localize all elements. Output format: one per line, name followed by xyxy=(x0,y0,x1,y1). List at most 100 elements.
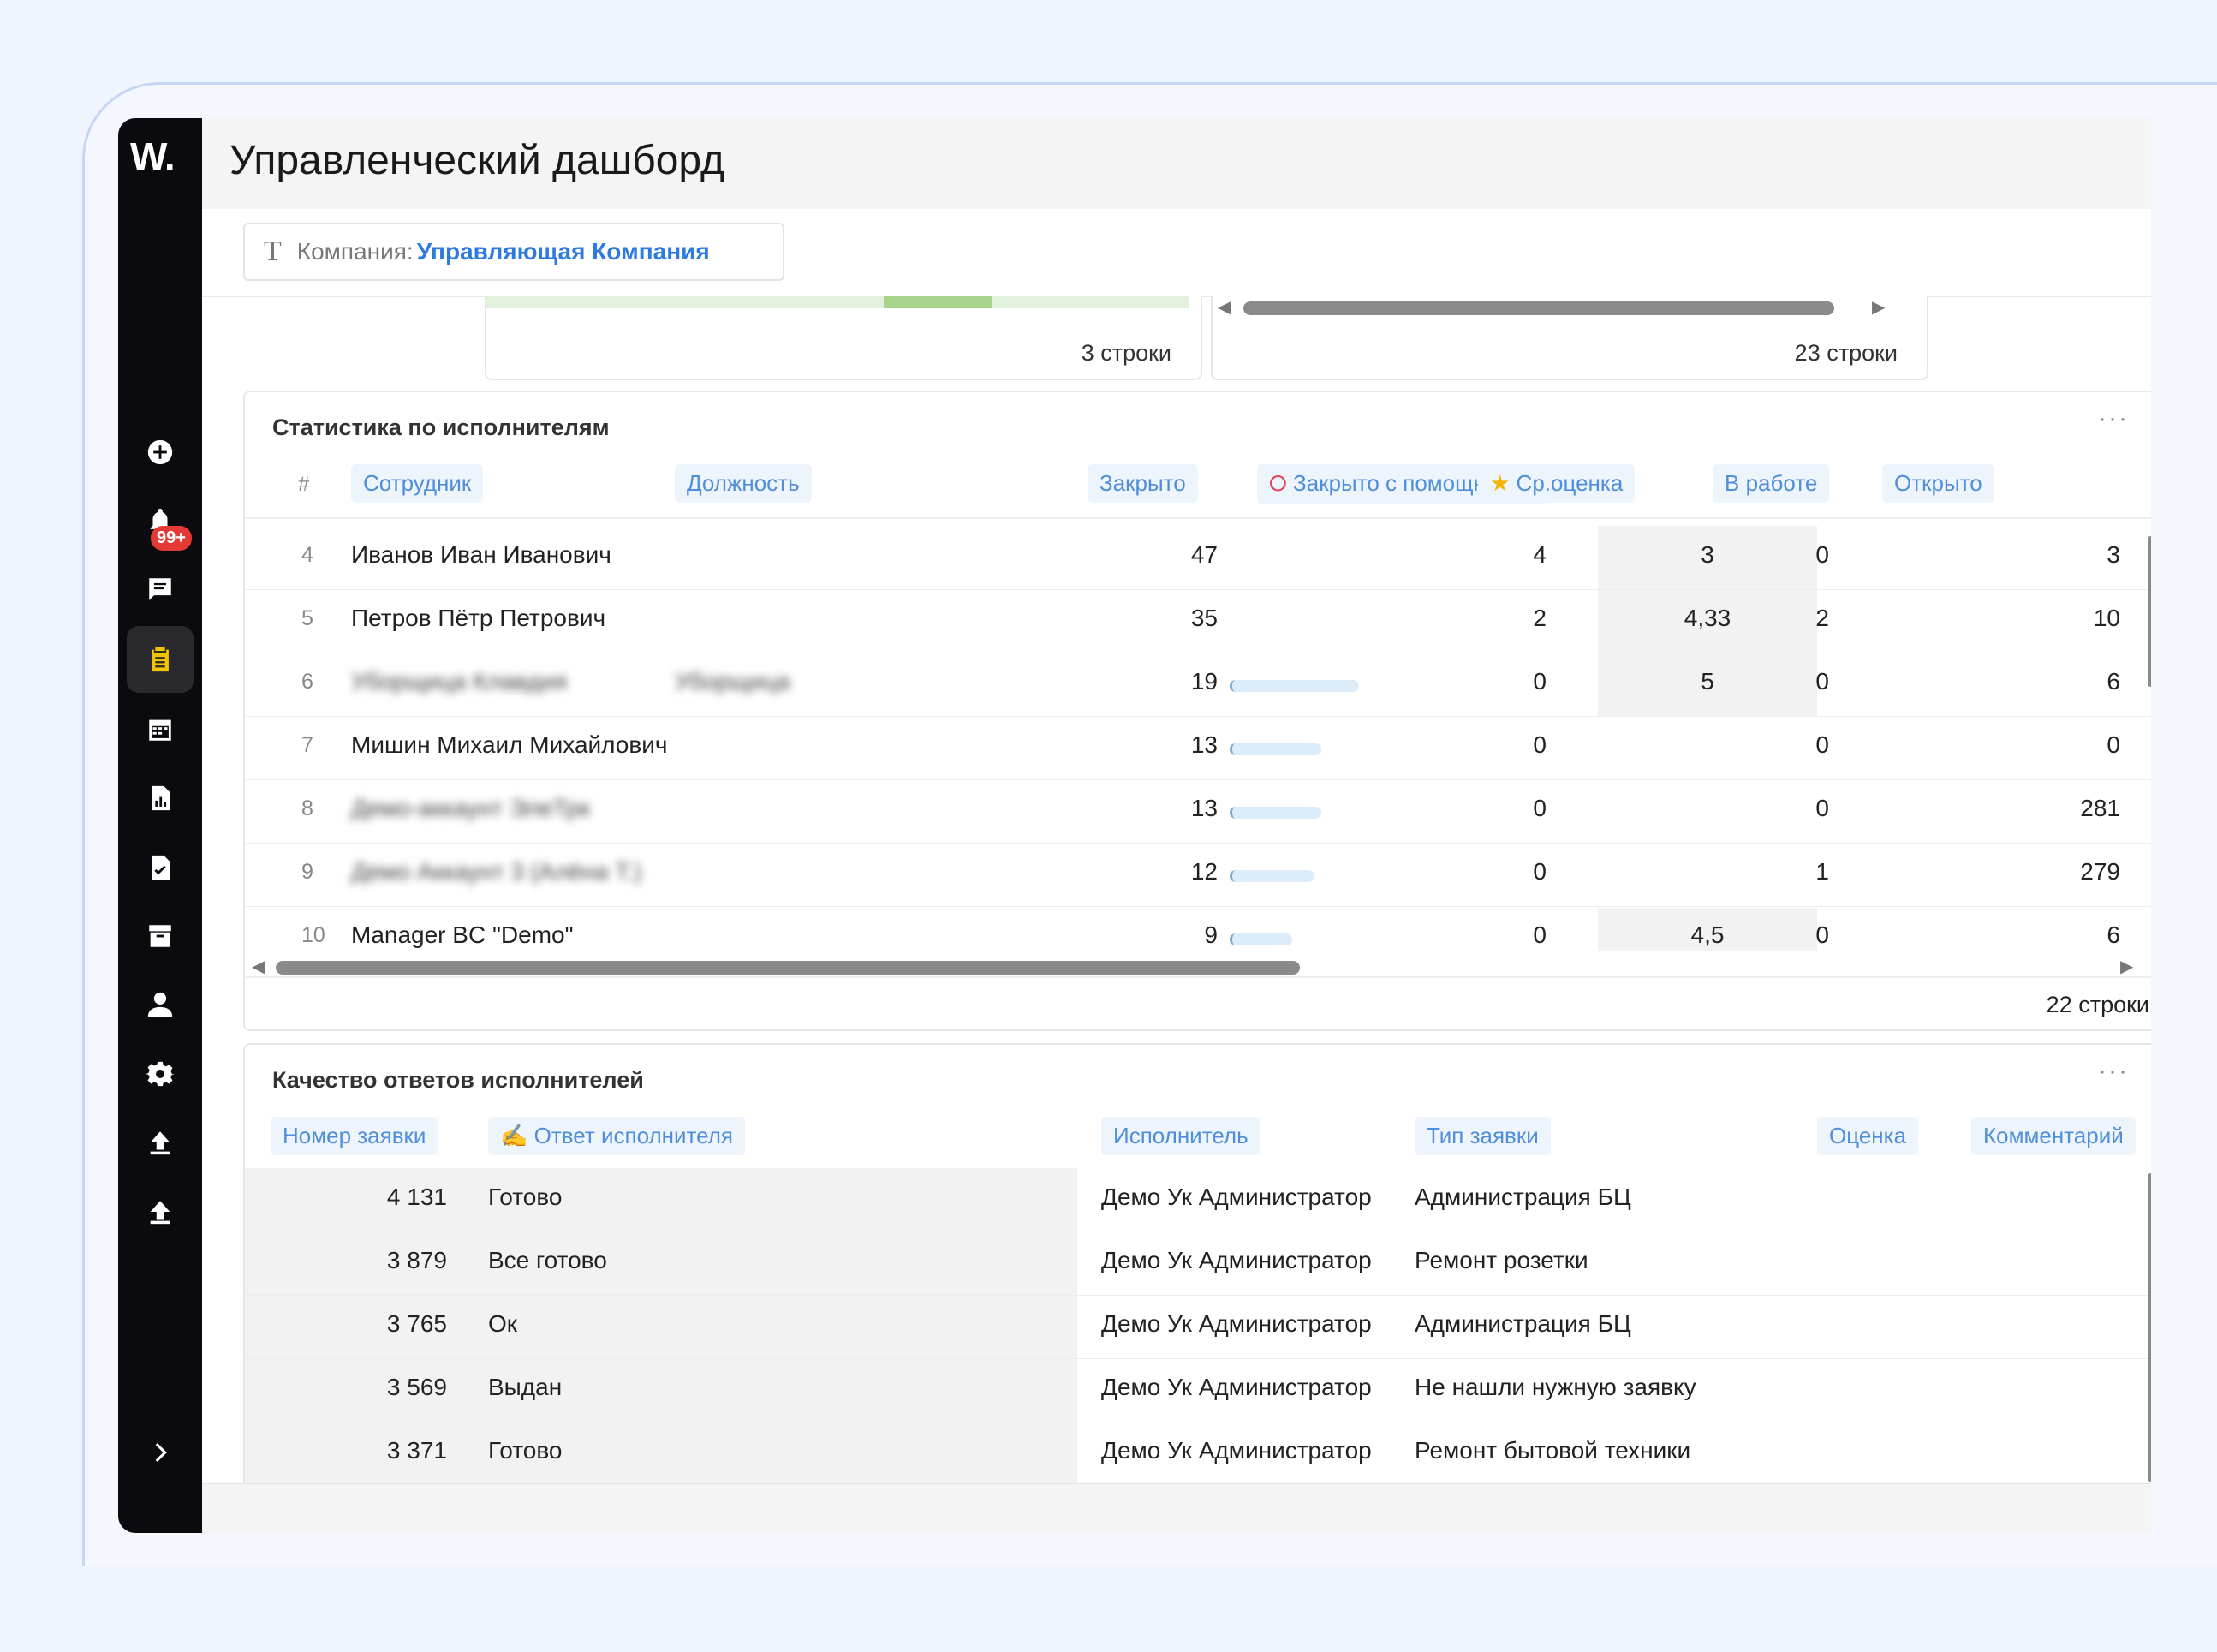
row-count: 3 строки xyxy=(1081,340,1171,366)
in-work-count: 0 xyxy=(1815,668,1829,695)
open-count: 6 xyxy=(2107,668,2120,695)
page-header: Управленческий дашборд xyxy=(202,118,2151,210)
closed-progress-bar xyxy=(1230,680,1359,692)
lifebuoy-icon: ⭘ xyxy=(1269,470,1287,496)
ticket-type: Администрация БЦ xyxy=(1415,1184,1631,1210)
answer-quality-widget: Качество ответов исполнителей ··· Номер … xyxy=(243,1043,2151,1533)
header-divider xyxy=(245,517,2151,519)
closed-with-helper-count: 0 xyxy=(1533,668,1547,695)
column-header-performer[interactable]: Исполнитель xyxy=(1101,1117,1260,1155)
closed-progress-bar xyxy=(1230,743,1321,755)
table-row[interactable]: 7 Мишин Михаил Михайлович 13 0 0 0 xyxy=(245,716,2151,780)
upload-icon[interactable] xyxy=(143,1125,177,1160)
scroll-left-arrow-icon[interactable]: ◀ xyxy=(1218,296,1231,318)
employee-name: Мишин Михаил Михайлович xyxy=(351,731,668,758)
ticket-number: 3 569 xyxy=(386,1374,447,1400)
vertical-scrollbar[interactable] xyxy=(2148,536,2151,687)
performer-answer: Готово xyxy=(488,1437,563,1464)
performer-name: Демо Ук Администратор xyxy=(1101,1184,1372,1210)
table-row[interactable]: 4 131 Готово Демо Ук Администратор Админист… xyxy=(245,1168,2151,1232)
employee-name: Уборщица Клавдия xyxy=(351,668,568,695)
table-row[interactable]: 3 371 Готово Демо Ук Администратор Ремонт б… xyxy=(245,1422,2151,1486)
avg-rating: 5 xyxy=(1701,668,1714,695)
performers-table-body: 4 Иванов Иван Иванович 47 4 3 0 3 5 Петров Пётр … xyxy=(245,526,2151,951)
scroll-right-arrow-icon[interactable]: ▶ xyxy=(1872,296,1885,318)
dashboard-scroll-area[interactable]: 3 строки ◀ ▶ 23 строки Статистика по исп… xyxy=(202,296,2151,1533)
horizontal-scrollbar[interactable] xyxy=(276,961,1300,975)
row-number: 9 xyxy=(301,860,313,884)
horizontal-scrollbar[interactable] xyxy=(1243,301,1834,315)
ticket-number: 3 371 xyxy=(386,1437,447,1464)
avg-rating: 4,5 xyxy=(1690,921,1725,948)
in-work-count: 1 xyxy=(1815,858,1829,885)
expand-chevron-icon[interactable] xyxy=(143,1435,177,1470)
writing-hand-icon: ✍ xyxy=(500,1123,528,1148)
company-filter[interactable]: T Компания: Управляющая Компания xyxy=(243,223,784,281)
scroll-right-arrow-icon[interactable]: ▶ xyxy=(2120,956,2133,977)
performer-name: Демо Ук Администратор xyxy=(1101,1437,1372,1464)
column-header-ticket-number[interactable]: Номер заявки xyxy=(271,1117,438,1155)
column-header-answer[interactable]: ✍ Ответ исполнителя xyxy=(488,1117,745,1155)
archive-icon[interactable] xyxy=(143,919,177,953)
column-header-employee[interactable]: Сотрудник xyxy=(351,464,484,503)
closed-progress-bar xyxy=(1230,807,1321,819)
filter-label: Компания: xyxy=(296,238,414,265)
column-header-closed[interactable]: Закрыто xyxy=(1088,464,1198,503)
ticket-number: 4 131 xyxy=(386,1184,447,1210)
closed-with-helper-count: 0 xyxy=(1533,921,1547,948)
employee-name: Иванов Иван Иванович xyxy=(351,541,611,568)
table-row[interactable]: 8 Демо-аккаунт ЭлеТрк 13 0 0 281 xyxy=(245,779,2151,844)
vertical-scrollbar[interactable] xyxy=(2148,1173,2151,1482)
table-row[interactable]: 3 569 Выдан Демо Ук Администратор Не нашли … xyxy=(245,1358,2151,1422)
progress-strip xyxy=(486,296,1189,308)
more-menu-icon[interactable]: ··· xyxy=(2098,1057,2129,1086)
report-icon[interactable] xyxy=(143,781,177,815)
table-row[interactable]: 5 Петров Пётр Петрович 35 2 4,33 2 10 xyxy=(245,589,2151,653)
closed-count: 47 xyxy=(1190,541,1218,568)
closed-count: 13 xyxy=(1190,731,1218,758)
calendar-icon[interactable] xyxy=(143,713,177,747)
chat-icon[interactable] xyxy=(143,572,177,606)
table-row[interactable]: 10 Manager BC "Demo" 9 0 4,5 0 6 xyxy=(245,906,2151,951)
performer-answer: Все готово xyxy=(488,1247,607,1273)
scroll-left-arrow-icon[interactable]: ◀ xyxy=(252,956,265,977)
sidebar: W. 99+ xyxy=(118,118,202,1533)
table-row[interactable]: 4 Иванов Иван Иванович 47 4 3 0 3 xyxy=(245,526,2151,590)
logo[interactable]: W. xyxy=(130,134,176,180)
closed-progress-bar xyxy=(1230,870,1314,882)
progress-strip-highlight xyxy=(884,296,992,308)
clipboard-icon[interactable] xyxy=(143,642,177,677)
more-menu-icon[interactable]: ··· xyxy=(2098,404,2129,433)
closed-count: 19 xyxy=(1190,668,1218,695)
table-row[interactable]: 3 879 Все готово Демо Ук Администратор Ремо… xyxy=(245,1232,2151,1296)
column-header-rating[interactable]: Оценка xyxy=(1817,1117,1919,1155)
open-count: 0 xyxy=(2107,731,2120,758)
plus-circle-icon[interactable] xyxy=(143,435,177,469)
document-check-icon[interactable] xyxy=(143,850,177,885)
performer-name: Демо Ук Администратор xyxy=(1101,1374,1372,1400)
app-window: W. 99+ Управленческий дашборд T Компания… xyxy=(118,118,2151,1533)
column-header-position[interactable]: Должность xyxy=(675,464,812,503)
column-header-label: Ответ исполнителя xyxy=(533,1123,733,1148)
employee-name: Демо-аккаунт ЭлеТрк xyxy=(351,795,591,821)
employee-name: Петров Пётр Петрович xyxy=(351,605,606,631)
ticket-type: Администрация БЦ xyxy=(1415,1310,1631,1337)
user-icon[interactable] xyxy=(143,987,177,1022)
row-number-header: # xyxy=(298,473,310,496)
upload-icon-2[interactable] xyxy=(143,1195,177,1229)
column-header-type[interactable]: Тип заявки xyxy=(1415,1117,1551,1155)
performer-answer: Ок xyxy=(488,1310,518,1337)
column-header-in-work[interactable]: В работе xyxy=(1713,464,1830,503)
footer-divider xyxy=(245,976,2151,978)
filter-bar: T Компания: Управляющая Компания xyxy=(202,209,2151,297)
text-type-icon: T xyxy=(264,236,282,267)
gear-icon[interactable] xyxy=(143,1057,177,1091)
table-row[interactable]: 3 765 Ок Демо Ук Администратор Администраци… xyxy=(245,1295,2151,1359)
ticket-number: 3 765 xyxy=(386,1310,447,1337)
employee-name: Демо Аккаунт 3 (Алёна Т.) xyxy=(351,858,642,885)
table-row[interactable]: 6 Уборщица Клавдия Уборщица 19 0 5 0 6 xyxy=(245,653,2151,717)
table-row[interactable]: 9 Демо Аккаунт 3 (Алёна Т.) 12 0 1 279 xyxy=(245,843,2151,907)
column-header-comment[interactable]: Комментарий xyxy=(1971,1117,2136,1155)
column-header-avg-rating[interactable]: ★ Ср.оценка xyxy=(1478,464,1636,503)
column-header-open[interactable]: Открыто xyxy=(1882,464,1994,503)
